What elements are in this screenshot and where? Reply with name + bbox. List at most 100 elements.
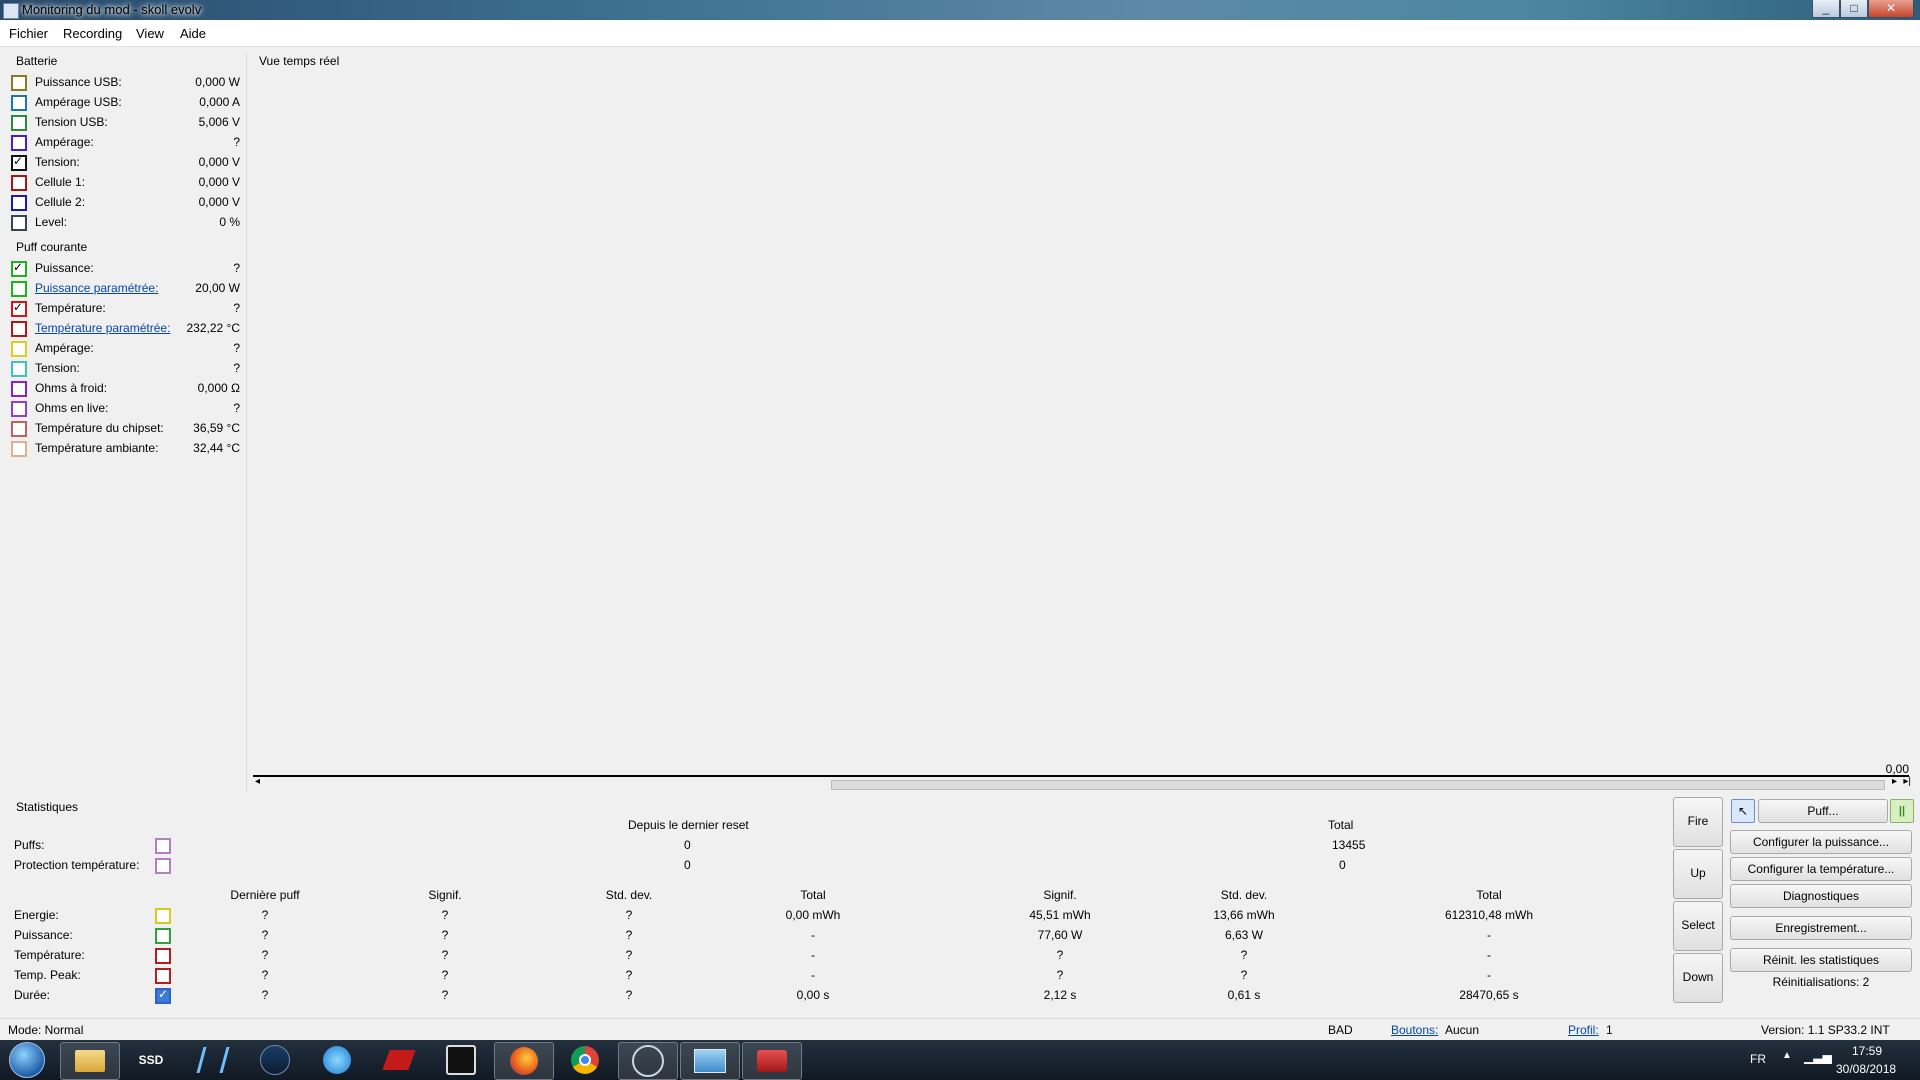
configure-power-button[interactable]: Configurer la puissance... [1730, 830, 1912, 854]
fire-button[interactable]: Fire [1673, 797, 1723, 847]
down-button[interactable]: Down [1673, 953, 1723, 1003]
battery-value: 0,000 V [198, 155, 240, 169]
taskbar-red-app[interactable] [370, 1042, 428, 1078]
language-indicator[interactable]: FR [1750, 1052, 1766, 1066]
status-profile-link[interactable]: Profil: [1568, 1023, 1599, 1037]
stats-cell: - [1487, 948, 1491, 962]
taskbar-firefox[interactable] [494, 1042, 554, 1080]
protection-checkbox[interactable] [155, 858, 171, 874]
cursor-tool-icon[interactable]: ↖ [1731, 799, 1755, 823]
puff-checkbox[interactable] [11, 401, 27, 417]
puff-checkbox[interactable] [11, 341, 27, 357]
recording-button[interactable]: Enregistrement... [1730, 916, 1912, 940]
stats-row-checkbox[interactable] [155, 987, 171, 1004]
windows-logo-icon [9, 1042, 45, 1078]
taskbar-eye[interactable] [432, 1042, 490, 1078]
stats-cell: 45,51 mWh [1029, 908, 1091, 922]
menu-aide[interactable]: Aide [180, 26, 206, 41]
puff-checkbox[interactable] [11, 441, 27, 457]
puff-label[interactable]: Température paramétrée: [35, 321, 170, 335]
stats-col-header: Std. dev. [1220, 888, 1268, 902]
stats-header-reset: Depuis le dernier reset [628, 818, 749, 832]
taskbar-toolbox[interactable] [742, 1042, 802, 1080]
puff-value: ? [233, 361, 240, 375]
puff-label: Température: [35, 301, 106, 315]
scroll-end-icon[interactable]: ▸| [1903, 776, 1911, 787]
battery-row: Tension USB: 5,006 V [8, 112, 248, 132]
battery-label: Ampérage: [35, 135, 94, 149]
monitor-icon [694, 1049, 726, 1073]
battery-checkbox[interactable] [11, 215, 27, 231]
scroll-left-icon[interactable]: ◂ [255, 776, 260, 787]
stats-cell: 13,66 mWh [1213, 908, 1275, 922]
scroll-right-icon[interactable]: ▸ [1892, 776, 1897, 787]
stats-row-label: Temp. Peak: [14, 968, 81, 982]
battery-label: Tension USB: [35, 115, 108, 129]
puff-checkbox[interactable] [11, 321, 27, 337]
up-button[interactable]: Up [1673, 849, 1723, 899]
chart-title: Vue temps réel [259, 54, 340, 68]
stats-row-checkbox[interactable] [155, 968, 171, 984]
battery-checkbox[interactable] [11, 115, 27, 131]
taskbar-atom2[interactable] [618, 1042, 678, 1080]
puff-checkbox[interactable] [11, 361, 27, 377]
clock-time[interactable]: 17:59 [1852, 1044, 1882, 1058]
red-app-icon [382, 1050, 416, 1070]
puff-checkbox[interactable] [11, 421, 27, 437]
puff-checkbox[interactable] [11, 260, 27, 277]
taskbar-monitor[interactable] [680, 1042, 740, 1080]
scrollbar-thumb[interactable] [831, 780, 1885, 790]
stats-row-checkbox[interactable] [155, 948, 171, 964]
puff-button[interactable]: Puff... [1758, 799, 1888, 823]
menu-fichier[interactable]: Fichier [9, 26, 48, 41]
close-button[interactable]: ✕ [1868, 0, 1914, 18]
battery-checkbox[interactable] [11, 195, 27, 211]
network-icon[interactable]: ▁▃▅ [1804, 1050, 1832, 1064]
reset-stats-button[interactable]: Réinit. les statistiques [1730, 948, 1912, 972]
battery-checkbox[interactable] [11, 175, 27, 191]
stats-cell: ? [625, 968, 633, 982]
puff-checkbox[interactable] [11, 281, 27, 297]
puff-row: Ohms à froid: 0,000 Ω [8, 378, 248, 398]
pause-icon[interactable]: || [1890, 799, 1914, 823]
battery-checkbox[interactable] [11, 95, 27, 111]
menu-recording[interactable]: Recording [63, 26, 122, 41]
battery-checkbox[interactable] [11, 154, 27, 171]
taskbar-explorer[interactable] [60, 1042, 120, 1080]
menu-view[interactable]: View [136, 26, 164, 41]
stats-row-checkbox[interactable] [155, 928, 171, 944]
battery-row: Cellule 2: 0,000 V [8, 192, 248, 212]
taskbar-ssd[interactable]: SSD [122, 1042, 180, 1078]
stats-row-label: Puissance: [14, 928, 73, 942]
stats-cell: 6,63 W [1224, 928, 1263, 942]
status-buttons-link[interactable]: Boutons: [1391, 1023, 1438, 1037]
tray-chevron-icon[interactable]: ▲ [1782, 1050, 1792, 1061]
maximize-button[interactable]: □ [1840, 0, 1868, 18]
puff-label: Ohms à froid: [35, 381, 108, 395]
stats-row-checkbox[interactable] [155, 908, 171, 924]
stats-row-label: Energie: [14, 908, 59, 922]
firefox-icon [510, 1047, 538, 1075]
clock-date[interactable]: 30/08/2018 [1836, 1062, 1896, 1076]
chart-scrollbar[interactable]: ◂ ▸ ▸| [253, 776, 1913, 790]
puff-value: 36,59 °C [193, 421, 240, 435]
puff-checkbox[interactable] [11, 300, 27, 317]
puff-row: Ohms en live:? [8, 398, 248, 418]
puff-checkbox[interactable] [11, 381, 27, 397]
lightning-icon [323, 1046, 351, 1074]
start-button[interactable] [2, 1042, 52, 1078]
taskbar-arrow[interactable] [308, 1042, 366, 1078]
configure-temp-button[interactable]: Configurer la température... [1730, 857, 1912, 881]
diagnostics-button[interactable]: Diagnostiques [1730, 884, 1912, 908]
status-mode: Mode: Normal [8, 1023, 84, 1037]
puffs-checkbox[interactable] [155, 838, 171, 854]
taskbar-chrome[interactable] [556, 1042, 614, 1078]
battery-checkbox[interactable] [11, 75, 27, 91]
taskbar-atom[interactable] [184, 1042, 242, 1078]
select-button[interactable]: Select [1673, 901, 1723, 951]
battery-checkbox[interactable] [11, 135, 27, 151]
stats-cell: ? [441, 908, 449, 922]
puff-label[interactable]: Puissance paramétrée: [35, 281, 158, 295]
minimize-button[interactable]: _ [1812, 0, 1840, 18]
taskbar-steam[interactable] [246, 1042, 304, 1078]
